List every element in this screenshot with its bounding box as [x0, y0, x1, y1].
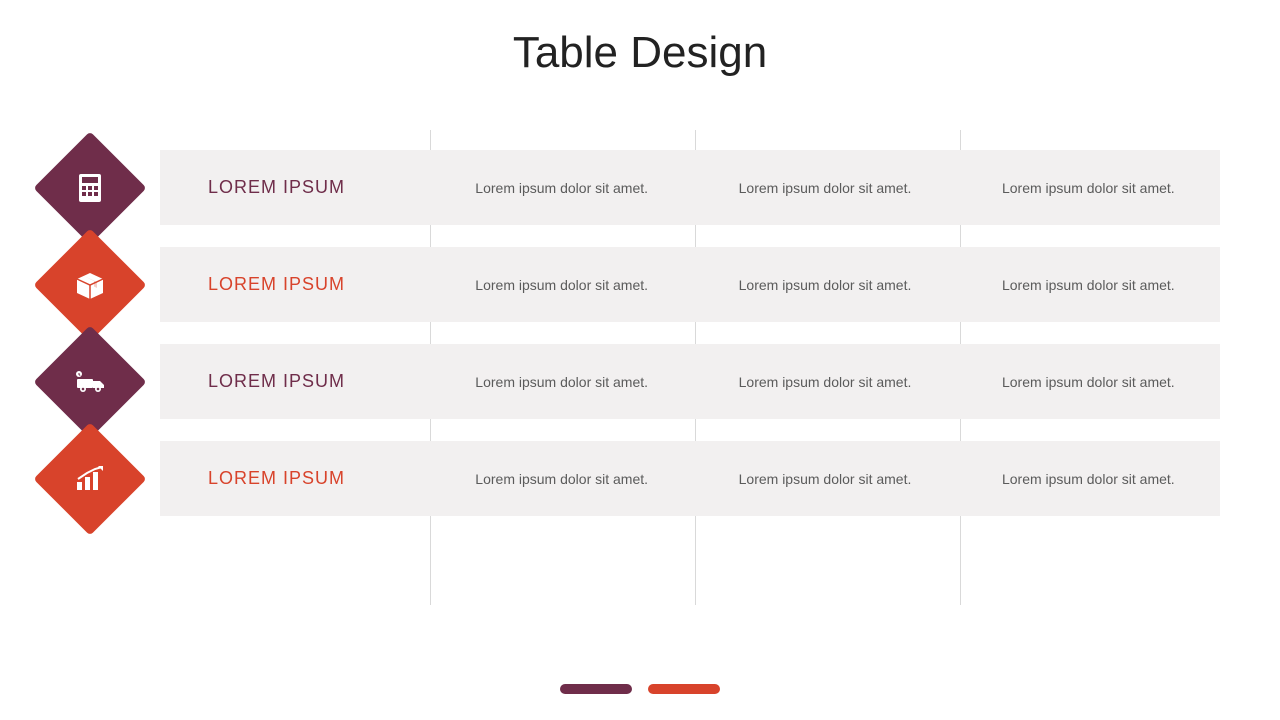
row-cell: Lorem ipsum dolor sit amet. [693, 180, 956, 196]
page-title: Table Design [0, 0, 1280, 78]
row-bar: LOREM IPSUM Lorem ipsum dolor sit amet. … [160, 441, 1220, 516]
row-cell: Lorem ipsum dolor sit amet. [430, 374, 693, 390]
chart-growth-icon [50, 439, 130, 519]
table-row: LOREM IPSUM Lorem ipsum dolor sit amet. … [60, 441, 1220, 516]
table-row: LOREM IPSUM Lorem ipsum dolor sit amet. … [60, 150, 1220, 225]
delivery-truck-icon [50, 342, 130, 422]
indicator-pill [560, 684, 632, 694]
indicator-pill [648, 684, 720, 694]
row-bar: LOREM IPSUM Lorem ipsum dolor sit amet. … [160, 150, 1220, 225]
row-bar: LOREM IPSUM Lorem ipsum dolor sit amet. … [160, 344, 1220, 419]
row-heading: LOREM IPSUM [160, 177, 430, 198]
row-cell: Lorem ipsum dolor sit amet. [693, 471, 956, 487]
calculator-icon [50, 148, 130, 228]
row-cell: Lorem ipsum dolor sit amet. [693, 277, 956, 293]
row-bar: LOREM IPSUM Lorem ipsum dolor sit amet. … [160, 247, 1220, 322]
table: LOREM IPSUM Lorem ipsum dolor sit amet. … [60, 130, 1220, 538]
row-cell: Lorem ipsum dolor sit amet. [957, 277, 1220, 293]
row-cell: Lorem ipsum dolor sit amet. [957, 374, 1220, 390]
row-heading: LOREM IPSUM [160, 468, 430, 489]
row-icon-badge [50, 148, 130, 228]
row-icon-badge [50, 439, 130, 519]
row-cell: Lorem ipsum dolor sit amet. [957, 471, 1220, 487]
table-row: LOREM IPSUM Lorem ipsum dolor sit amet. … [60, 344, 1220, 419]
table-row: LOREM IPSUM Lorem ipsum dolor sit amet. … [60, 247, 1220, 322]
row-icon-badge [50, 245, 130, 325]
row-cell: Lorem ipsum dolor sit amet. [430, 471, 693, 487]
row-cell: Lorem ipsum dolor sit amet. [430, 180, 693, 196]
row-icon-badge [50, 342, 130, 422]
row-cell: Lorem ipsum dolor sit amet. [430, 277, 693, 293]
row-cell: Lorem ipsum dolor sit amet. [957, 180, 1220, 196]
footer-indicator [560, 684, 720, 694]
row-cell: Lorem ipsum dolor sit amet. [693, 374, 956, 390]
box-icon [50, 245, 130, 325]
row-heading: LOREM IPSUM [160, 371, 430, 392]
row-heading: LOREM IPSUM [160, 274, 430, 295]
